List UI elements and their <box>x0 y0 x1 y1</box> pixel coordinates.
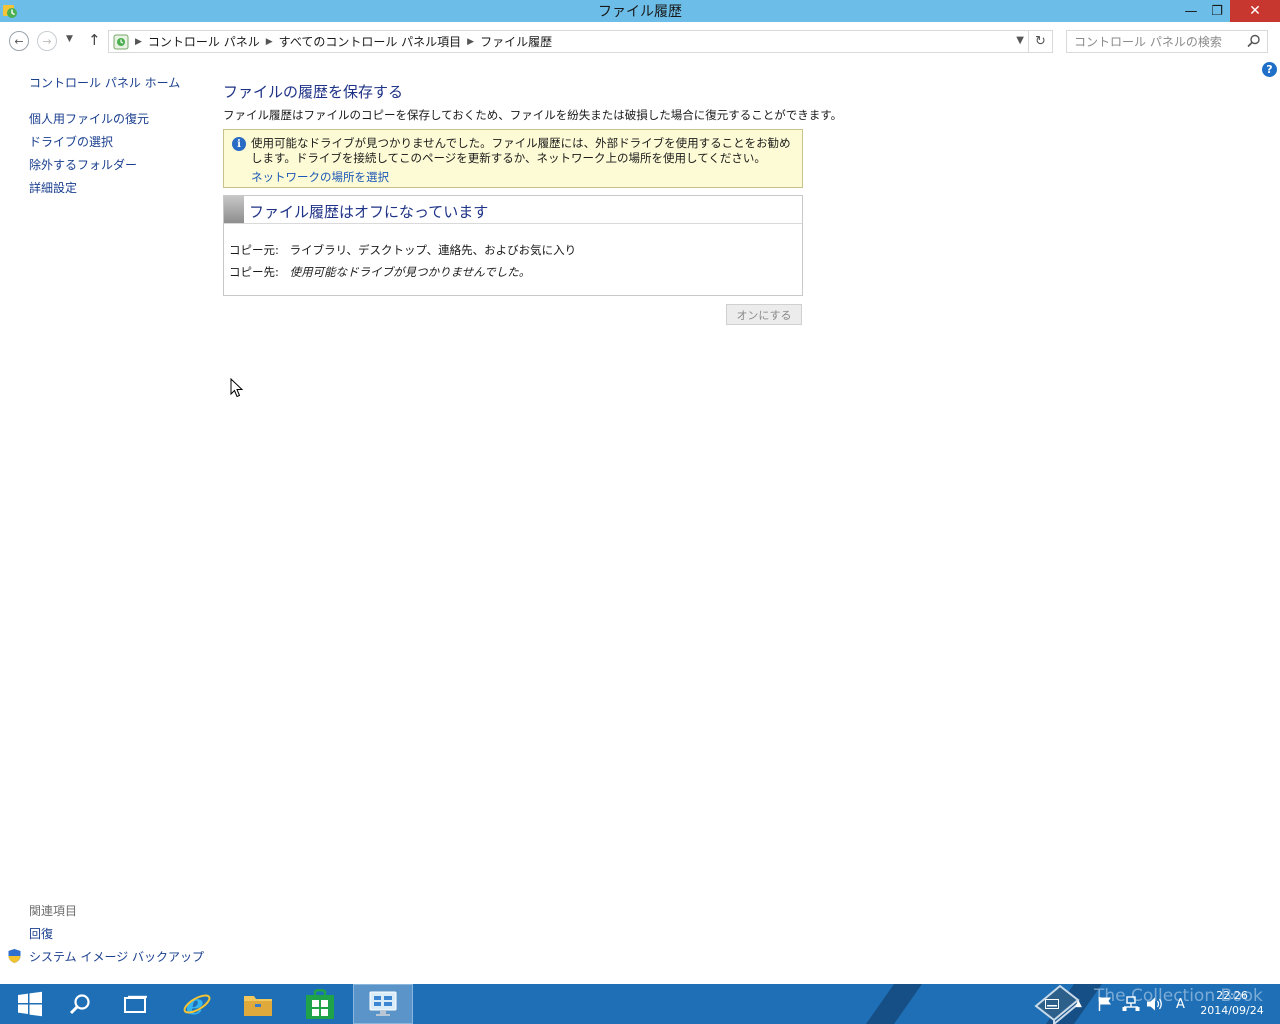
network-icon[interactable] <box>1122 984 1140 1024</box>
sidebar-control-panel-home[interactable]: コントロール パネル ホーム <box>29 74 180 91</box>
forward-arrow-icon: → <box>42 34 52 48</box>
related-heading: 関連項目 <box>29 904 78 918</box>
refresh-button[interactable]: ↻ <box>1029 30 1053 53</box>
refresh-icon: ↻ <box>1035 34 1046 49</box>
mouse-cursor-icon <box>230 378 244 398</box>
maximize-button[interactable]: ❐ <box>1204 0 1230 22</box>
control-panel-taskbar-button[interactable] <box>353 984 413 1024</box>
volume-icon[interactable] <box>1146 984 1164 1024</box>
address-bar[interactable]: ▶ コントロール パネル ▶ すべてのコントロール パネル項目 ▶ ファイル履歴… <box>108 30 1029 53</box>
store-button[interactable] <box>290 984 350 1024</box>
breadcrumb-control-panel[interactable]: コントロール パネル <box>148 33 260 50</box>
taskbar: e The Collection Book ▲ A 22:26 2014/09/… <box>0 984 1280 1024</box>
clock-date: 2014/09/24 <box>1200 1004 1264 1017</box>
ime-indicator[interactable]: A <box>1176 984 1185 1024</box>
control-panel-icon <box>369 991 397 1016</box>
close-button[interactable]: ✕ <box>1230 0 1280 22</box>
clock-time: 22:26 <box>1216 989 1248 1002</box>
uac-shield-icon <box>8 949 21 963</box>
status-title: ファイル履歴はオフになっています <box>249 203 489 221</box>
window-title: ファイル履歴 <box>598 4 682 20</box>
navigation-bar: ← → ▼ ↑ ▶ コントロール パネル ▶ すべてのコントロール パネル項目 … <box>0 22 1280 60</box>
info-message: 使用可能なドライブが見つかりませんでした。ファイル履歴には、外部ドライブを使用す… <box>251 136 791 165</box>
turn-on-button[interactable]: オンにする <box>726 304 802 325</box>
copy-source-label: コピー元: <box>229 243 279 257</box>
back-arrow-icon: ← <box>14 34 24 48</box>
taskbar-search-button[interactable] <box>50 984 110 1024</box>
sidebar-item-exclude-folders[interactable]: 除外するフォルダー <box>29 156 137 173</box>
show-hidden-icons-chevron-icon[interactable]: ▲ <box>1075 984 1082 1024</box>
status-panel: ファイル履歴はオフになっています コピー元: ライブラリ、デスクトップ、連絡先、… <box>223 195 803 296</box>
status-header: ファイル履歴はオフになっています <box>224 196 802 224</box>
start-icon <box>18 991 42 1017</box>
select-network-location-link[interactable]: ネットワークの場所を選択 <box>251 169 389 185</box>
file-explorer-icon <box>244 996 272 1016</box>
related-item-recovery[interactable]: 回復 <box>29 925 53 942</box>
taskbar-decoration <box>865 984 923 1024</box>
internet-explorer-icon: e <box>183 989 211 1019</box>
info-icon: i <box>232 137 246 151</box>
page-title: ファイルの履歴を保存する <box>223 83 404 101</box>
sidebar-item-select-drive[interactable]: ドライブの選択 <box>29 133 113 150</box>
copy-source-value: ライブラリ、デスクトップ、連絡先、およびお気に入り <box>289 243 577 257</box>
breadcrumb-all-items[interactable]: すべてのコントロール パネル項目 <box>279 33 462 50</box>
control-panel-icon <box>113 34 129 49</box>
breadcrumb-separator-icon: ▶ <box>135 36 142 47</box>
status-indicator <box>224 196 244 223</box>
breadcrumb-file-history[interactable]: ファイル履歴 <box>480 33 552 50</box>
address-dropdown-chevron-icon[interactable]: ▼ <box>1016 35 1024 46</box>
up-arrow-icon[interactable]: ↑ <box>88 31 101 49</box>
store-icon <box>306 989 334 1019</box>
sidebar-item-restore-files[interactable]: 個人用ファイルの復元 <box>29 110 149 127</box>
search-icon <box>69 994 90 1015</box>
title-bar: ファイル履歴 — ❐ ✕ <box>0 0 1280 22</box>
sidebar-item-advanced-settings[interactable]: 詳細設定 <box>29 179 77 196</box>
related-item-system-image-backup[interactable]: システム イメージ バックアップ <box>29 948 204 965</box>
breadcrumb-separator-icon[interactable]: ▶ <box>266 37 273 47</box>
breadcrumb-separator-icon[interactable]: ▶ <box>467 37 474 47</box>
copy-destination-label: コピー先: <box>229 265 279 279</box>
task-view-button[interactable] <box>106 984 166 1024</box>
action-center-flag-icon[interactable] <box>1098 984 1112 1024</box>
page-description: ファイル履歴はファイルのコピーを保存しておくため、ファイルを紛失または破損した場… <box>223 108 843 122</box>
search-placeholder: コントロール パネルの検索 <box>1074 35 1222 49</box>
search-icon[interactable] <box>1247 34 1261 48</box>
minimize-button[interactable]: — <box>1178 0 1204 22</box>
recent-locations-chevron-icon[interactable]: ▼ <box>66 34 73 44</box>
keyboard-icon[interactable] <box>1045 984 1059 1024</box>
file-history-app-icon[interactable] <box>2 3 18 19</box>
help-button[interactable]: ? <box>1262 62 1277 77</box>
info-banner: i 使用可能なドライブが見つかりませんでした。ファイル履歴には、外部ドライブを使… <box>223 129 803 188</box>
file-explorer-button[interactable] <box>228 984 288 1024</box>
forward-button[interactable]: → <box>37 31 57 51</box>
copy-destination-row: コピー先: 使用可能なドライブが見つかりませんでした。 <box>229 264 530 280</box>
search-input[interactable]: コントロール パネルの検索 <box>1066 30 1268 53</box>
internet-explorer-button[interactable]: e <box>167 984 227 1024</box>
back-button[interactable]: ← <box>9 31 29 51</box>
copy-source-row: コピー元: ライブラリ、デスクトップ、連絡先、およびお気に入り <box>229 242 576 258</box>
copy-destination-value: 使用可能なドライブが見つかりませんでした。 <box>289 265 531 279</box>
system-clock[interactable]: 22:26 2014/09/24 <box>1200 988 1264 1018</box>
task-view-icon <box>124 995 147 1013</box>
